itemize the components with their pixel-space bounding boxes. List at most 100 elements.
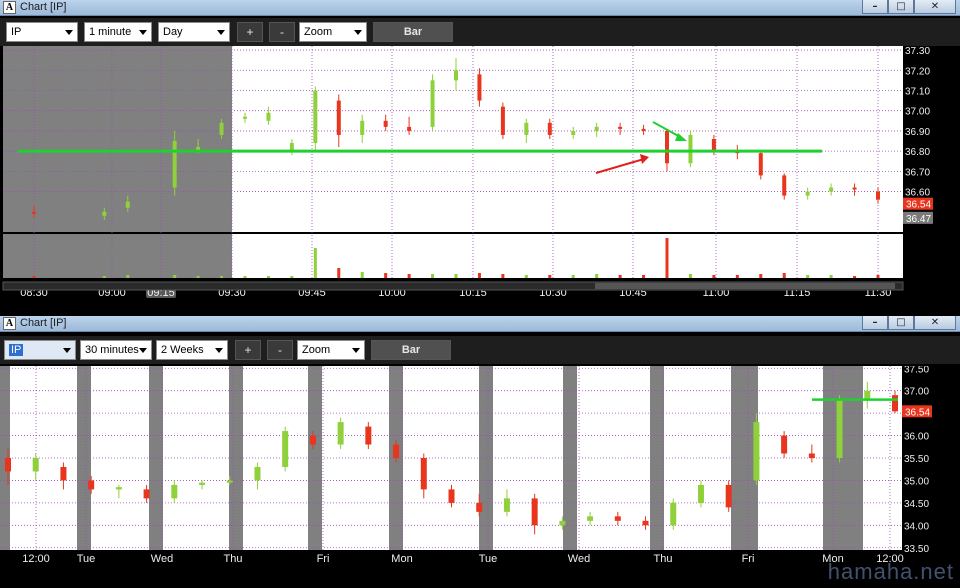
- range-dropdown[interactable]: 2 Weeks: [156, 340, 228, 360]
- volume-bar: [806, 275, 810, 278]
- window-title: Chart [IP]: [20, 1, 67, 13]
- y-tick-label: 35.50: [904, 454, 929, 465]
- zoom-in-button[interactable]: +: [237, 22, 263, 42]
- zoom-dropdown[interactable]: Zoom: [297, 340, 365, 360]
- zoom-out-button[interactable]: -: [269, 22, 295, 42]
- zoom-value: Zoom: [304, 26, 333, 38]
- candle-body: [594, 126, 599, 131]
- y-tick-label: 37.00: [904, 387, 929, 398]
- interval-value: 1 minute: [89, 26, 132, 38]
- candle-body: [171, 484, 178, 499]
- close-button[interactable]: ✕: [914, 0, 956, 14]
- volume-bar: [548, 275, 552, 278]
- candle-body: [476, 502, 483, 512]
- zoom-out-button[interactable]: -: [267, 340, 293, 360]
- zoom-dropdown[interactable]: Zoom: [299, 22, 367, 42]
- candle-body: [336, 100, 341, 135]
- y-tick-label: 34.00: [904, 521, 929, 532]
- candle-body: [614, 516, 621, 521]
- maximize-button[interactable]: □: [888, 0, 914, 14]
- two-week-chart[interactable]: 37.5037.0036.5036.0035.5035.0034.5034.00…: [0, 364, 960, 583]
- y-tick-label: 37.20: [905, 66, 930, 77]
- volume-bar: [829, 275, 833, 278]
- minimize-button[interactable]: –: [862, 316, 888, 330]
- x-tick-label: Mon: [391, 553, 412, 565]
- interval-dropdown[interactable]: 1 minute: [84, 22, 152, 42]
- minimize-button[interactable]: –: [862, 0, 888, 14]
- candle-body: [88, 480, 95, 490]
- candle-body: [725, 484, 732, 508]
- candle-body: [805, 191, 810, 196]
- candle-body: [782, 175, 787, 196]
- y-tick-label: 36.90: [905, 127, 930, 138]
- chevron-down-icon: [65, 30, 73, 35]
- candle-body: [420, 458, 427, 490]
- y-tick-label: 37.10: [905, 86, 930, 97]
- candle-body: [665, 130, 669, 164]
- chart-style-button[interactable]: Bar: [371, 340, 451, 360]
- range-dropdown[interactable]: Day: [158, 22, 230, 42]
- zoom-in-button[interactable]: +: [235, 340, 261, 360]
- candle-body: [365, 426, 372, 445]
- candle-body: [531, 498, 538, 526]
- y-tick-label: 36.80: [905, 147, 930, 158]
- candle-body: [407, 126, 412, 131]
- symbol-dropdown[interactable]: IP: [4, 340, 76, 360]
- candle-body: [430, 80, 435, 127]
- candle-body: [393, 444, 400, 458]
- candle-body: [32, 211, 36, 214]
- candle-body: [243, 116, 247, 119]
- interval-dropdown[interactable]: 30 minutes: [80, 340, 152, 360]
- candle-body: [254, 466, 261, 481]
- chart-style-button[interactable]: Bar: [373, 22, 453, 42]
- volume-bar: [337, 268, 341, 278]
- volume-bar: [524, 275, 528, 278]
- candle-body: [143, 489, 150, 499]
- x-tick-label: Thu: [224, 553, 243, 565]
- volume-bar: [102, 276, 106, 278]
- scrollbar-thumb: [595, 283, 895, 289]
- symbol-dropdown[interactable]: IP: [6, 22, 78, 42]
- volume-bar: [360, 272, 364, 278]
- y-tick-label: 36.70: [905, 167, 930, 178]
- range-value: 2 Weeks: [161, 344, 204, 356]
- volume-bar: [266, 276, 270, 278]
- last-price-label: 36.54: [906, 200, 931, 211]
- candle-body: [32, 458, 39, 472]
- volume-bar: [876, 275, 880, 278]
- candle-body: [808, 453, 815, 458]
- candle-body: [781, 435, 788, 454]
- y-tick-label: 37.00: [905, 107, 930, 118]
- volume-bar: [618, 275, 622, 278]
- candle-body: [448, 489, 455, 503]
- title-bar: A Chart [IP] – □ ✕: [0, 0, 960, 16]
- close-button[interactable]: ✕: [914, 316, 956, 330]
- y-tick-label: 34.50: [904, 499, 929, 510]
- chevron-down-icon: [217, 30, 225, 35]
- x-tick-label: Tue: [479, 553, 498, 565]
- x-tick-label: Wed: [568, 553, 590, 565]
- volume-bar: [688, 274, 692, 278]
- candle-body: [753, 422, 760, 481]
- volume-bar: [501, 274, 505, 278]
- candle-body: [360, 120, 365, 135]
- symbol-value: IP: [9, 344, 24, 356]
- candle-body: [313, 90, 318, 144]
- candle-body: [829, 187, 834, 192]
- volume-bar: [454, 274, 458, 278]
- candle-body: [641, 128, 646, 131]
- volume-bar: [243, 276, 247, 278]
- volume-bar: [196, 276, 200, 278]
- volume-bar: [735, 275, 739, 278]
- intraday-chart[interactable]: 37.30 37.20 37.10 37.00 36.90 36.80 36.70 36.60…: [0, 46, 960, 312]
- volume-bar: [642, 275, 646, 278]
- candle-body: [547, 122, 552, 135]
- chevron-down-icon: [354, 30, 362, 35]
- volume-bar: [431, 274, 435, 278]
- chevron-down-icon: [352, 348, 360, 353]
- chart-window-intraday: A Chart [IP] – □ ✕ IP 1 minute Day + - Z…: [0, 0, 960, 312]
- maximize-button[interactable]: □: [888, 316, 914, 330]
- volume-bar: [173, 275, 177, 278]
- x-tick-label: 12:00: [22, 553, 50, 565]
- volume-bar: [853, 276, 857, 278]
